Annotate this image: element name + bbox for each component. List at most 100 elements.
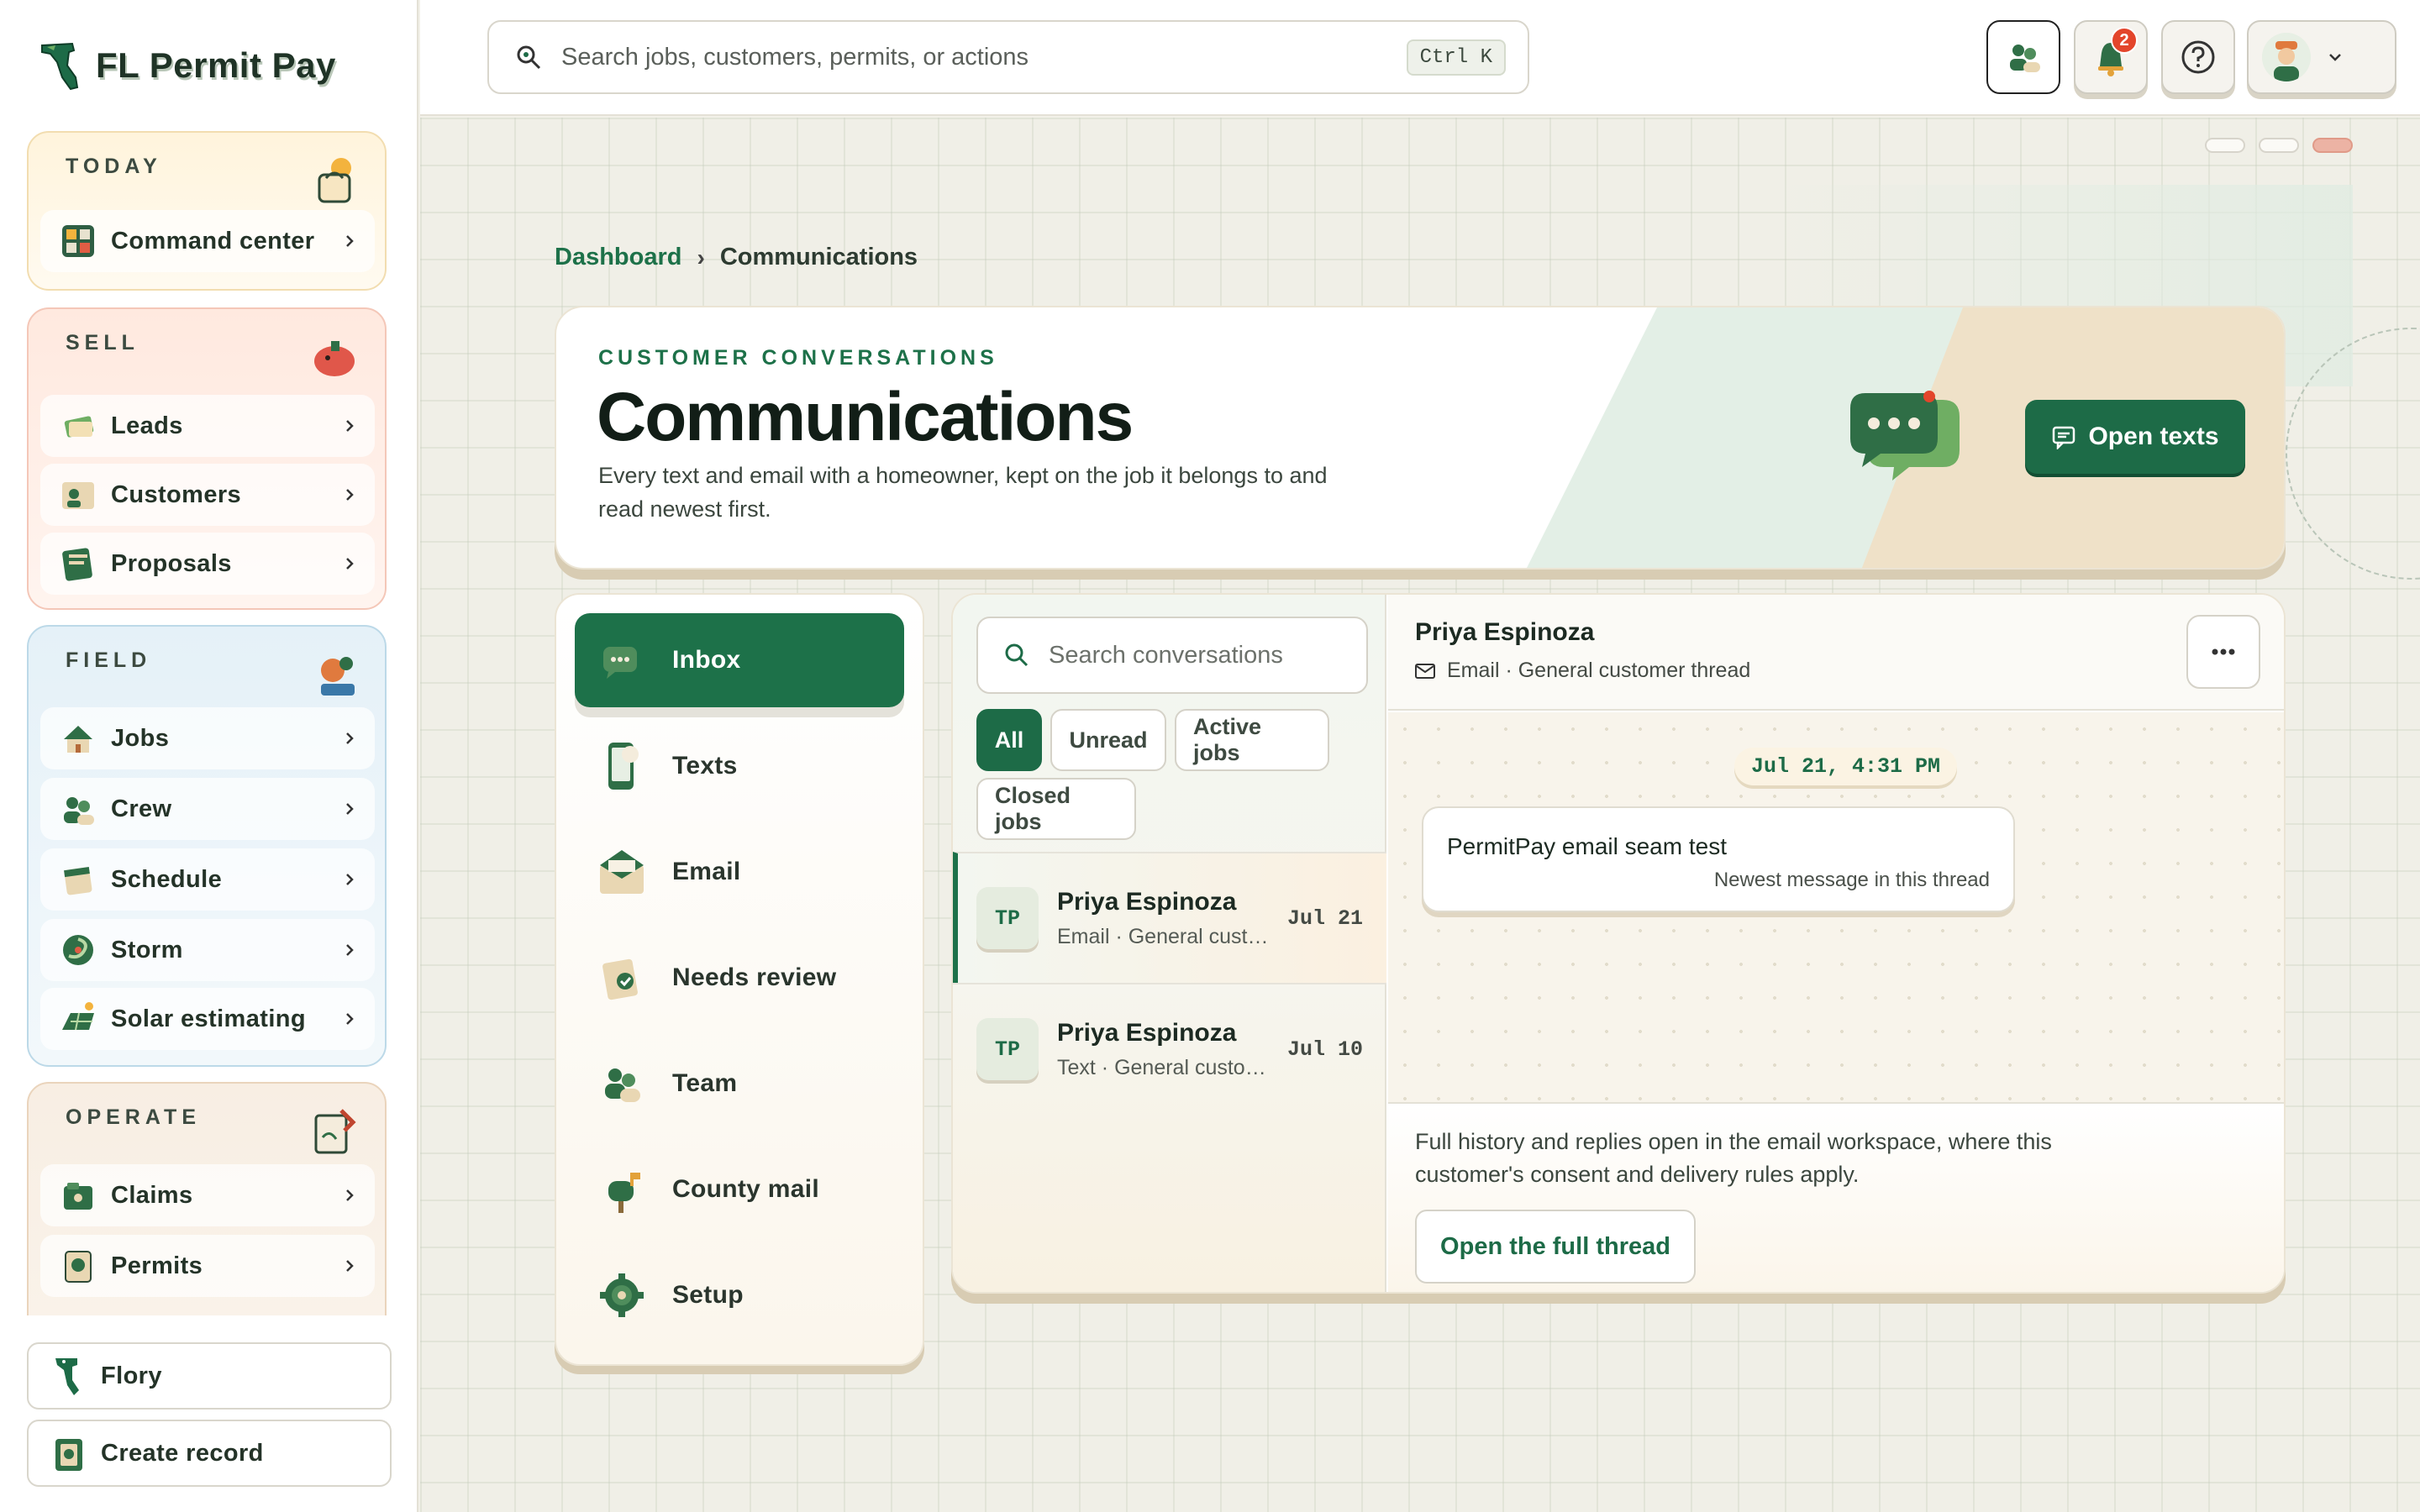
message-bubble: PermitPay email seam test Newest message… — [1422, 806, 2015, 912]
solar-panel-icon — [62, 1002, 94, 1031]
message-text: PermitPay email seam test — [1447, 833, 1727, 859]
leads-icon — [64, 416, 94, 438]
field-worker-icon — [321, 657, 355, 696]
thread-subtitle-row: Email · General customer thread — [1415, 659, 1750, 683]
message-note: Newest message in this thread — [1713, 869, 1990, 891]
clipboard-check-icon — [602, 958, 638, 1000]
sidebar-item-schedule[interactable]: Schedule — [40, 848, 375, 911]
thread-footer: Full history and replies open in the ema… — [1388, 1102, 2284, 1292]
conversation-search[interactable] — [976, 617, 1368, 694]
sidebar-item-crew[interactable]: Crew — [40, 778, 375, 840]
topbar: Ctrl K 2 — [420, 0, 2420, 116]
thread-header: Priya Espinoza Email · General customer … — [1388, 595, 2284, 711]
global-search-input[interactable] — [561, 43, 1407, 71]
filter-active-jobs[interactable]: Active jobs — [1175, 709, 1329, 771]
group-label: FIELD — [66, 648, 152, 672]
phone-icon — [608, 743, 639, 790]
search-icon — [517, 45, 541, 70]
flory-assistant-button[interactable]: Flory — [27, 1342, 392, 1410]
sidebar: FL Permit Pay TODAY Command center SELL … — [0, 0, 418, 1512]
team-icon — [2010, 45, 2040, 72]
hurricane-icon — [63, 935, 93, 965]
team-icon — [605, 1068, 640, 1102]
thread-subtitle: Email · General customer thread — [1447, 659, 1751, 682]
sidebar-item-permits[interactable]: Permits — [40, 1235, 375, 1297]
channel-county-mail[interactable]: County mail — [575, 1142, 904, 1236]
chevron-right-icon — [346, 944, 354, 956]
shortcut-hint: Ctrl K — [1406, 39, 1506, 76]
channel-label: County mail — [672, 1175, 819, 1203]
proposal-icon — [62, 548, 92, 581]
florida-logo-icon — [41, 42, 79, 91]
channel-email[interactable]: Email — [575, 825, 904, 919]
conversation-date: Jul 10 — [1286, 1037, 1363, 1062]
thread-more-button[interactable] — [2186, 615, 2260, 689]
breadcrumb: Dashboard › Communications — [555, 244, 918, 271]
mailbox-icon — [608, 1173, 640, 1213]
channel-list: Inbox Texts Email Needs review Team Coun… — [555, 593, 924, 1366]
channel-texts[interactable]: Texts — [575, 719, 904, 813]
indicator-pill — [2205, 138, 2245, 153]
main-content: Dashboard › Communications CUSTOMER CONV… — [420, 118, 2420, 1512]
brand[interactable]: FL Permit Pay — [39, 37, 336, 94]
envelope-icon — [600, 850, 644, 894]
conversation-summary: Priya Espinoza Email · General customer … — [1057, 888, 1276, 949]
nav-group-today: TODAY Command center — [27, 131, 387, 291]
create-record-button[interactable]: Create record — [27, 1420, 392, 1487]
filter-closed-jobs[interactable]: Closed jobs — [976, 778, 1136, 840]
channel-inbox[interactable]: Inbox — [575, 613, 904, 707]
breadcrumb-separator: › — [697, 244, 705, 270]
sidebar-item-leads[interactable]: Leads — [40, 395, 375, 457]
piggy-bank-icon — [314, 341, 355, 376]
sidebar-item-claims[interactable]: Claims — [40, 1164, 375, 1226]
conversation-list: All Unread Active jobs Closed jobs TP Pr… — [953, 595, 1386, 1292]
channel-needs-review[interactable]: Needs review — [575, 931, 904, 1025]
user-menu-button[interactable] — [2247, 20, 2396, 94]
global-search[interactable]: Ctrl K — [487, 20, 1529, 94]
contact-name: Priya Espinoza — [1057, 887, 1237, 916]
conversation-row[interactable]: TP Priya Espinoza Text · General custome… — [953, 983, 1386, 1114]
sidebar-item-label: Permits — [111, 1252, 203, 1279]
chevron-right-icon — [346, 732, 354, 744]
sidebar-item-label: Customers — [111, 480, 242, 508]
indicator-pill — [2259, 138, 2299, 153]
create-record-icon — [55, 1439, 82, 1471]
message-timestamp: Jul 21, 4:31 PM — [1734, 748, 1958, 785]
more-horizontal-icon — [2212, 648, 2235, 655]
channel-team[interactable]: Team — [575, 1037, 904, 1131]
contact-initials: TP — [976, 887, 1039, 949]
conversation-search-input[interactable] — [1049, 641, 1351, 669]
sidebar-item-label: Storm — [111, 936, 183, 963]
sidebar-item-customers[interactable]: Customers — [40, 464, 375, 526]
search-icon — [1005, 643, 1028, 667]
sidebar-item-solar-estimating[interactable]: Solar estimating — [40, 988, 375, 1050]
team-button[interactable] — [1986, 20, 2060, 94]
conversation-row[interactable]: TP Priya Espinoza Email · General custom… — [953, 852, 1386, 983]
group-label: SELL — [66, 331, 139, 354]
notifications-button[interactable]: 2 — [2074, 20, 2148, 94]
filter-unread[interactable]: Unread — [1050, 709, 1166, 771]
sidebar-item-label: Solar estimating — [111, 1005, 307, 1032]
open-texts-button[interactable]: Open texts — [2025, 400, 2245, 474]
sidebar-item-command-center[interactable]: Command center — [40, 210, 375, 272]
flory-label: Flory — [101, 1362, 162, 1389]
sidebar-item-proposals[interactable]: Proposals — [40, 533, 375, 595]
breadcrumb-dashboard-link[interactable]: Dashboard — [555, 244, 681, 271]
channel-label: Email — [672, 858, 741, 885]
channel-setup[interactable]: Setup — [575, 1248, 904, 1342]
conversation-date: Jul 21 — [1286, 906, 1363, 931]
sidebar-item-label: Proposals — [111, 549, 232, 577]
sidebar-item-storm[interactable]: Storm — [40, 919, 375, 981]
thread-detail: Priya Espinoza Email · General customer … — [1388, 595, 2284, 1292]
breadcrumb-current: Communications — [719, 244, 918, 270]
window-indicators — [2205, 138, 2353, 153]
filter-all[interactable]: All — [976, 709, 1042, 771]
nav-group-sell: SELL Leads Customers Proposals — [27, 307, 387, 610]
help-button[interactable] — [2161, 20, 2235, 94]
sidebar-item-label: Command center — [111, 227, 315, 255]
open-full-thread-button[interactable]: Open the full thread — [1415, 1210, 1696, 1284]
sidebar-item-jobs[interactable]: Jobs — [40, 707, 375, 769]
chevron-right-icon — [346, 235, 354, 247]
user-avatar — [2262, 33, 2311, 81]
contact-initials: TP — [976, 1018, 1039, 1080]
